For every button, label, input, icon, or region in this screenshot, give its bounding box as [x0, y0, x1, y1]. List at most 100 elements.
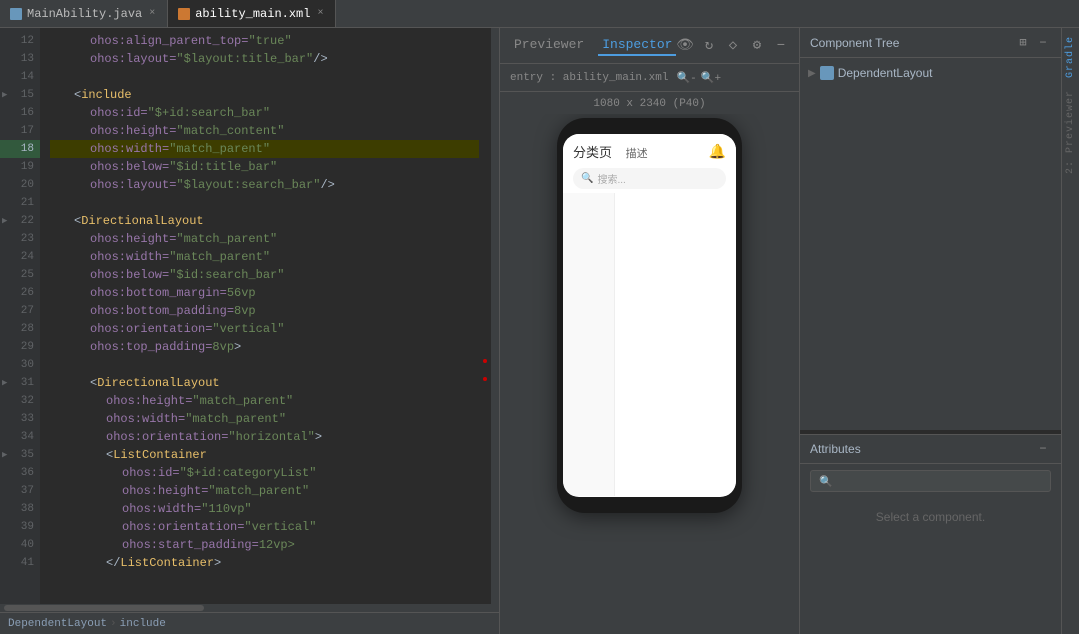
h-scroll-thumb — [4, 605, 204, 611]
ct-expand-icon[interactable]: ⊞ — [1015, 35, 1031, 51]
right-mark-25 — [479, 262, 491, 280]
device-size-label: 1080 x 2340 (P40) — [500, 92, 799, 114]
line-number-37: 37 — [0, 482, 40, 500]
right-mark-27 — [479, 298, 491, 316]
gutter-24 — [40, 244, 50, 262]
fold-arrow-22[interactable]: ▶ — [2, 216, 7, 226]
tab-inspector[interactable]: Inspector — [598, 35, 676, 56]
right-mark-15 — [479, 82, 491, 100]
gutter-34 — [40, 424, 50, 442]
code-line-20: ohos:layout="$layout:search_bar"/> — [50, 176, 479, 194]
right-mark-16 — [479, 100, 491, 118]
code-line-41: </ListContainer> — [50, 554, 479, 572]
code-content: 121314▶15161718192021▶222324252627282930… — [0, 28, 499, 604]
refresh-icon[interactable]: ↻ — [701, 38, 717, 54]
phone-title-area: 分类页 描述 — [573, 142, 648, 162]
right-mark-35 — [479, 442, 491, 460]
previewer-tabs: Previewer Inspector — [510, 35, 676, 56]
attr-search-input[interactable] — [837, 474, 1042, 488]
breadcrumb-item-2[interactable]: include — [120, 618, 166, 630]
right-mark-14 — [479, 64, 491, 82]
horizontal-scrollbar[interactable] — [0, 604, 499, 612]
sidebar-previewer-label[interactable]: 2: Previewer — [1065, 86, 1076, 178]
phone-screen-header: 分类页 描述 🔔 🔍 搜索... — [563, 134, 736, 193]
gutter-27 — [40, 298, 50, 316]
tab-ability-xml-close[interactable]: × — [315, 7, 325, 20]
vertical-scrollbar[interactable] — [491, 28, 499, 604]
code-line-40: ohos:start_padding=12vp> — [50, 536, 479, 554]
tab-previewer[interactable]: Previewer — [510, 35, 588, 56]
code-line-13: ohos:layout="$layout:title_bar"/> — [50, 50, 479, 68]
gutter-16 — [40, 100, 50, 118]
right-mark-39 — [479, 514, 491, 532]
code-line-36: ohos:id="$+id:categoryList" — [50, 464, 479, 482]
preview-device-wrapper: 分类页 描述 🔔 🔍 搜索... — [500, 114, 799, 634]
gutter-12 — [40, 28, 50, 46]
gutter-37 — [40, 478, 50, 496]
right-mark-31 — [479, 370, 491, 388]
right-mark-12 — [479, 28, 491, 46]
gutter-17 — [40, 118, 50, 136]
minimize-icon[interactable]: − — [773, 38, 789, 54]
component-tree-content[interactable]: ▶ DependentLayout — [800, 58, 1061, 430]
component-tree-header: Component Tree ⊞ − — [800, 28, 1061, 58]
tab-bar: MainAbility.java × ability_main.xml × — [0, 0, 1079, 28]
attr-search-wrapper[interactable]: 🔍 — [810, 470, 1051, 492]
gutter-29 — [40, 334, 50, 352]
fold-arrow-15[interactable]: ▶ — [2, 90, 7, 100]
right-markers — [479, 28, 491, 604]
preview-zoom-out[interactable]: 🔍- — [676, 71, 696, 85]
ct-minimize-icon[interactable]: − — [1035, 35, 1051, 51]
sidebar-gradle-label[interactable]: Gradle — [1065, 32, 1076, 82]
fold-arrow-35[interactable]: ▶ — [2, 450, 7, 460]
gear-icon[interactable]: ⚙ — [749, 38, 765, 54]
tab-main-ability[interactable]: MainAbility.java × — [0, 0, 168, 27]
tree-item-root[interactable]: ▶ DependentLayout — [800, 62, 1061, 84]
code-line-12: ohos:align_parent_top="true" — [50, 32, 479, 50]
attributes-minimize-icon[interactable]: − — [1035, 441, 1051, 457]
code-lines[interactable]: ohos:align_parent_top="true"ohos:layout=… — [50, 28, 479, 604]
phone-main-content — [615, 193, 736, 496]
preview-icons: 👁 ↻ ◇ ⚙ − — [677, 38, 789, 54]
tab-main-ability-close[interactable]: × — [147, 7, 157, 20]
right-mark-19 — [479, 154, 491, 172]
component-tree-actions: ⊞ − — [1015, 35, 1051, 51]
inspector-panel: Component Tree ⊞ − ▶ DependentLayout Att… — [800, 28, 1061, 634]
preview-zoom-in[interactable]: 🔍+ — [701, 71, 721, 85]
code-line-30 — [50, 356, 479, 374]
component-tree-title: Component Tree — [810, 36, 899, 50]
gutter-35 — [40, 442, 50, 460]
right-mark-29 — [479, 334, 491, 352]
gutter-36 — [40, 460, 50, 478]
code-line-21 — [50, 194, 479, 212]
tree-item-label: DependentLayout — [838, 66, 933, 80]
eye-icon[interactable]: 👁 — [677, 38, 693, 54]
phone-search-bar[interactable]: 🔍 搜索... — [573, 168, 726, 189]
breadcrumb-item-1[interactable]: DependentLayout — [8, 618, 107, 630]
code-line-27: ohos:bottom_padding=8vp — [50, 302, 479, 320]
line-number-36: 36 — [0, 464, 40, 482]
line-number-39: 39 — [0, 518, 40, 536]
line-number-28: 28 — [0, 320, 40, 338]
gutter-28 — [40, 316, 50, 334]
tree-item-icon — [820, 66, 834, 80]
line-number-18: 18 — [0, 140, 40, 158]
line-number-29: 29 — [0, 338, 40, 356]
right-mark-23 — [479, 226, 491, 244]
code-line-23: ohos:height="match_parent" — [50, 230, 479, 248]
line-number-15: ▶15 — [0, 86, 40, 104]
diamond-icon[interactable]: ◇ — [725, 38, 741, 54]
line-number-16: 16 — [0, 104, 40, 122]
line-number-35: ▶35 — [0, 446, 40, 464]
fold-arrow-31[interactable]: ▶ — [2, 378, 7, 388]
attr-search-icon: 🔍 — [819, 475, 833, 488]
code-line-29: ohos:top_padding=8vp> — [50, 338, 479, 356]
tab-ability-xml[interactable]: ability_main.xml × — [168, 0, 336, 27]
gutter-26 — [40, 280, 50, 298]
breadcrumb: DependentLayout › include — [0, 612, 499, 634]
attributes-search-area: 🔍 — [800, 464, 1061, 498]
right-mark-34 — [479, 424, 491, 442]
code-line-24: ohos:width="match_parent" — [50, 248, 479, 266]
attributes-placeholder-text: Select a component. — [800, 498, 1061, 536]
code-line-18: ohos:width="match_parent" — [50, 140, 479, 158]
